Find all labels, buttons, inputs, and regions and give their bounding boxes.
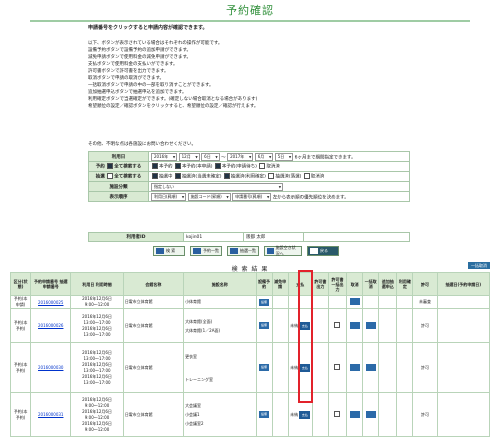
note-line: 一括取消ボタンで申請の中の一部を取り消すことができます。 xyxy=(88,83,214,88)
note-line: 許可書ボタンで許可書を出力できます。 xyxy=(88,69,169,74)
back-button[interactable]: 戻る xyxy=(307,246,339,256)
lottery-opt-checkbox[interactable] xyxy=(268,173,275,180)
lottery-list-button[interactable]: 抽選一覧 xyxy=(227,246,259,256)
note-line: 取消ボタンで申請の取消ができます。 xyxy=(88,76,165,81)
cancel-all-button[interactable]: 一括取消 xyxy=(468,262,490,269)
pay-button[interactable]: 支払 xyxy=(299,363,311,372)
list-icon xyxy=(193,248,201,254)
note-line: 追加抽選申込ボタンで抽選申込を追加できます。 xyxy=(88,90,187,95)
reserve-opt-checkbox[interactable] xyxy=(174,163,181,170)
table-row: 予約(本申請) 2016000025 2016年12月6日 9:00～12:00 … xyxy=(9,295,491,309)
note-line: 利用確定ボタンで当選確定ができます。(確定しない場合取消となる場合があります) xyxy=(88,97,258,102)
contact-note: その他、不明な点は各施設にお問い合わせください。 xyxy=(88,142,196,147)
order-label: 表示順序 xyxy=(88,191,149,202)
to-year-select[interactable]: 2017年 xyxy=(227,152,254,161)
bulk-cancel-button[interactable] xyxy=(365,321,376,329)
lottery-opt-checkbox[interactable] xyxy=(152,173,158,180)
search-icon xyxy=(156,248,164,254)
pay-button[interactable]: 支払 xyxy=(299,410,311,419)
cancel-button[interactable] xyxy=(349,410,360,418)
reserve-label: 予約 xyxy=(95,164,105,170)
back-arrow-icon xyxy=(310,248,318,254)
order-select-2[interactable]: 施設コード(昇順) xyxy=(187,192,231,201)
table-row: 予約(本予約) 2016000026 2016年12月6日 13:00～17:00… xyxy=(9,308,491,343)
equipment-button[interactable]: 設備 xyxy=(259,322,270,329)
page-title: 予約確認 xyxy=(226,4,274,17)
table-row: 予約(本予約) 2016000031 2016年12月6日 9:00～12:00 2… xyxy=(9,392,491,437)
title-divider xyxy=(30,20,470,22)
search-button[interactable]: 検 索 xyxy=(153,246,185,256)
application-number-link[interactable]: 2016000026 xyxy=(30,308,72,343)
action-buttons: 検 索 予約一覧 抽選一覧 施設空き状況へ 戻る xyxy=(153,245,339,258)
availability-button[interactable]: 施設空き状況へ xyxy=(264,245,302,256)
application-number-link[interactable]: 2016000030 xyxy=(30,342,72,393)
user-info: 利用者ID kojin01 阪都 太郎 xyxy=(88,232,410,242)
table-row: 予約(本予約) 2016000030 2016年12月6日 13:00～17:00… xyxy=(9,342,491,393)
to-month-select[interactable]: 6月 xyxy=(254,152,274,161)
search-conditions: 利用日 2016年 12月 6日 ～ 2017年 6月 5日 6ヶ月まで期間指定… xyxy=(88,151,410,202)
to-day-select[interactable]: 5日 xyxy=(274,152,294,161)
reserve-all-checkbox[interactable] xyxy=(107,163,114,170)
equipment-button[interactable]: 設備 xyxy=(259,411,270,418)
order-note: 左から表示順の優先順位を決めます。 xyxy=(272,195,349,200)
bulk-print-checkbox[interactable] xyxy=(334,411,341,417)
lottery-all-checkbox[interactable] xyxy=(107,173,114,180)
bulk-print-checkbox[interactable] xyxy=(334,364,341,370)
reserve-opt-checkbox[interactable] xyxy=(214,163,221,170)
facility-select[interactable]: 指定しない xyxy=(151,182,283,191)
reserve-opt-checkbox[interactable] xyxy=(259,163,266,170)
note-line: 希望順位の設定／確認ボタンをクリックすると、希望順位の設定／確認が行えます。 xyxy=(88,104,259,109)
facility-label: 施設分類 xyxy=(88,181,149,192)
user-id-value: kojin01 xyxy=(183,232,244,242)
reservation-list-button[interactable]: 予約一覧 xyxy=(190,246,222,256)
cancel-button[interactable] xyxy=(349,321,360,329)
lottery-opt-checkbox[interactable] xyxy=(303,173,310,180)
list-icon xyxy=(230,248,238,254)
table-header: 区分(状態) 予約申請番号 抽選申請番号 利用日 利用時間 会館名称 施設名称 … xyxy=(9,272,491,296)
intro-lead: 申請番号をクリックすると申請内容が確認できます。 xyxy=(88,25,208,31)
equipment-button[interactable]: 設備 xyxy=(259,298,270,306)
period-label: 利用日 xyxy=(88,151,149,162)
application-number-link[interactable]: 2016000025 xyxy=(30,295,72,309)
equipment-button[interactable]: 設備 xyxy=(259,364,270,371)
note-line: 減免申請ボタンで使用料金の減免申請ができます。 xyxy=(88,55,192,60)
cancel-button[interactable] xyxy=(349,298,360,305)
from-year-select[interactable]: 2016年 xyxy=(151,152,178,161)
range-tilde: ～ xyxy=(221,155,226,160)
lottery-opt-checkbox[interactable] xyxy=(223,173,230,180)
bulk-cancel-button[interactable] xyxy=(365,363,376,371)
note-line: 設備予約ボタンで設備予約の追加申請ができます。 xyxy=(88,48,192,53)
user-id-label: 利用者ID xyxy=(88,232,184,242)
instruction-notes: 以下、ボタンが表示されている場合はそれぞれの操作が可能です。 設備予約ボタンで設… xyxy=(88,40,418,110)
order-select-3[interactable]: 申請番号(昇順) xyxy=(232,192,272,201)
user-name-value: 阪都 太郎 xyxy=(243,232,304,242)
results-table: 区分(状態) 予約申請番号 抽選申請番号 利用日 利用時間 会館名称 施設名称 … xyxy=(9,272,491,437)
order-select-1[interactable]: 利用日(昇順) xyxy=(151,192,187,201)
bulk-cancel-button[interactable] xyxy=(365,410,376,418)
pay-button[interactable]: 支払 xyxy=(299,321,311,330)
lottery-label: 抽選 xyxy=(95,174,105,180)
application-number-link[interactable]: 2016000031 xyxy=(30,392,72,437)
from-month-select[interactable]: 12月 xyxy=(178,152,200,161)
bulk-print-checkbox[interactable] xyxy=(334,322,341,328)
period-note: 6ヶ月まで期間指定できます。 xyxy=(294,155,356,160)
lottery-opt-checkbox[interactable] xyxy=(174,173,181,180)
note-line: 支払ボタンで使用料金の支払いができます。 xyxy=(88,62,178,67)
note-line: 以下、ボタンが表示されている場合はそれぞれの操作が可能です。 xyxy=(88,41,223,46)
reserve-opt-checkbox[interactable] xyxy=(152,163,158,170)
calendar-icon xyxy=(267,248,274,254)
from-day-select[interactable]: 6日 xyxy=(201,152,220,161)
cancel-button[interactable] xyxy=(349,363,360,371)
